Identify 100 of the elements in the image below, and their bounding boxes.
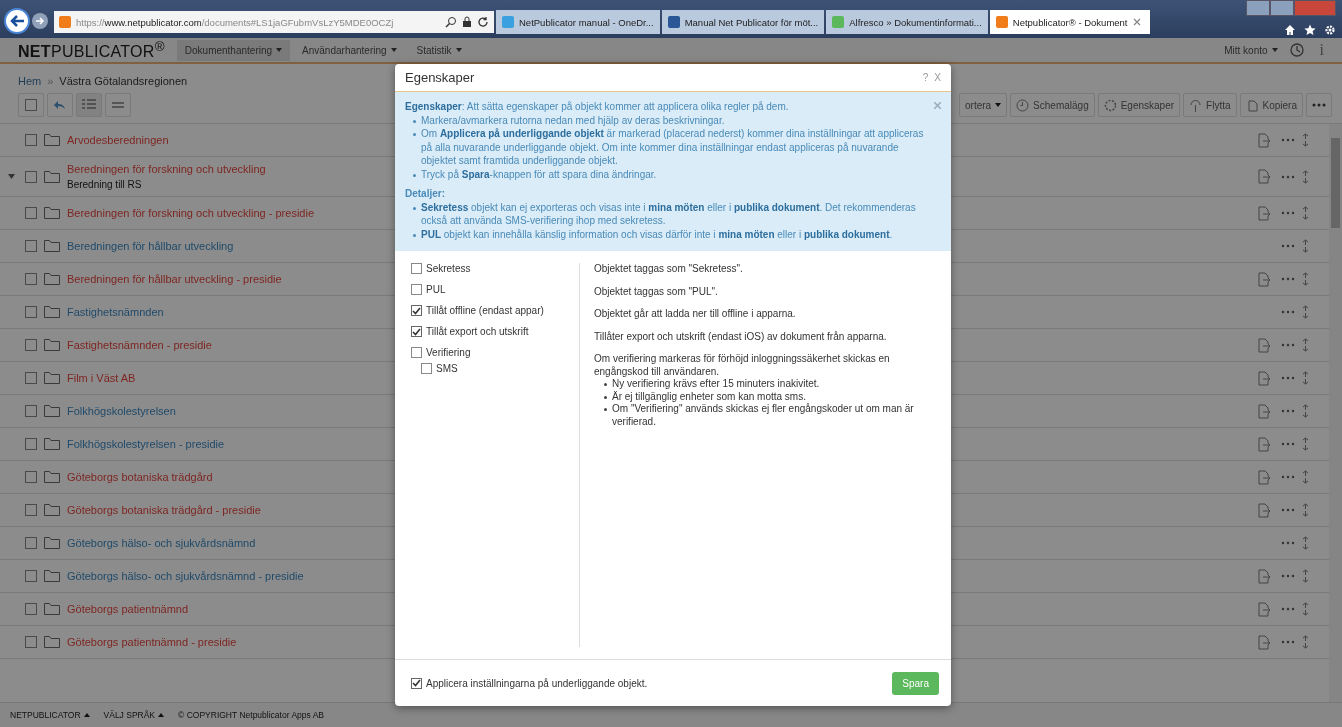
search-icon[interactable] [445, 16, 457, 28]
row-checkbox[interactable] [25, 537, 37, 549]
folder-title[interactable]: Film i Väst AB [67, 372, 136, 384]
toolbar-button[interactable]: Egenskaper [1097, 93, 1181, 117]
checkbox[interactable] [411, 677, 422, 689]
sort-icon[interactable] [1302, 569, 1309, 583]
list-view-button[interactable] [76, 93, 102, 117]
more-icon[interactable] [1281, 607, 1295, 611]
select-all-button[interactable] [18, 93, 44, 117]
document-icon[interactable] [1258, 337, 1271, 353]
row-checkbox[interactable] [25, 273, 37, 285]
option-checkbox[interactable]: SMS [411, 363, 569, 374]
browser-tab[interactable]: Alfresco » Dokumentinformati... [826, 10, 988, 34]
more-icon[interactable] [1281, 508, 1295, 512]
sort-icon[interactable] [1302, 239, 1309, 253]
menu-item[interactable]: Statistik [408, 39, 470, 61]
folder-title[interactable]: Göteborgs botaniska trädgård - presidie [67, 504, 261, 516]
option-checkbox[interactable]: Sekretess [411, 263, 569, 274]
more-icon[interactable] [1281, 376, 1295, 380]
settings-icon[interactable] [1324, 24, 1336, 36]
row-checkbox[interactable] [25, 636, 37, 648]
sort-icon[interactable] [1302, 470, 1309, 484]
option-checkbox[interactable]: Verifiering [411, 347, 569, 358]
logo[interactable]: NETPUBLICATOR$^{®}$ [18, 38, 165, 62]
more-icon[interactable] [1281, 541, 1295, 545]
document-icon[interactable] [1258, 436, 1271, 452]
document-icon[interactable] [1258, 568, 1271, 584]
document-icon[interactable] [1258, 132, 1271, 148]
refresh-icon[interactable] [477, 16, 489, 28]
more-icon[interactable] [1281, 640, 1295, 644]
compact-view-button[interactable] [105, 93, 131, 117]
apply-checkbox[interactable]: Applicera inställningarna på underliggande objekt. [411, 677, 648, 689]
more-icon[interactable] [1281, 475, 1295, 479]
sort-icon[interactable] [1302, 338, 1309, 352]
folder-title[interactable]: Beredningen för forskning och utveckling - presidie [67, 207, 315, 219]
checkbox[interactable] [411, 263, 422, 274]
close-icon[interactable] [934, 102, 941, 109]
toolbar-button[interactable]: ortera [959, 93, 1008, 117]
window-controls[interactable] [1246, 0, 1336, 16]
footer-link[interactable]: NETPUBLICATOR [10, 710, 90, 720]
document-icon[interactable] [1258, 370, 1271, 386]
browser-tab[interactable]: NetPublicator manual - OneDr... [496, 10, 660, 34]
more-icon[interactable] [1281, 574, 1295, 578]
row-checkbox[interactable] [25, 504, 37, 516]
folder-title[interactable]: Beredningen för hållbar utveckling - presidie [67, 273, 282, 285]
sort-icon[interactable] [1302, 371, 1309, 385]
folder-title[interactable]: Göteborgs botaniska trädgård [67, 471, 213, 483]
checkbox[interactable] [411, 284, 422, 295]
row-checkbox[interactable] [25, 372, 37, 384]
more-icon[interactable] [1281, 174, 1295, 179]
more-icon[interactable] [1281, 310, 1295, 314]
help-button[interactable]: ? [922, 72, 929, 83]
row-checkbox[interactable] [25, 134, 37, 146]
row-checkbox[interactable] [25, 570, 37, 582]
document-icon[interactable] [1258, 634, 1271, 650]
document-icon[interactable] [1258, 271, 1271, 287]
browser-tab[interactable]: Netpublicator® - Dokument [989, 10, 1150, 34]
row-checkbox[interactable] [25, 339, 37, 351]
browser-tab[interactable]: Manual Net Publicator för möt... [661, 10, 825, 34]
document-icon[interactable] [1258, 502, 1271, 518]
account-menu[interactable]: Mitt konto [1216, 39, 1286, 61]
close-button[interactable]: X [934, 72, 941, 83]
sort-icon[interactable] [1302, 602, 1309, 616]
folder-title[interactable]: Beredningen för hållbar utveckling [67, 240, 234, 252]
checkbox[interactable] [411, 326, 422, 337]
row-checkbox[interactable] [25, 438, 37, 450]
footer-link[interactable]: © COPYRIGHT Netpublicator Apps AB [178, 710, 324, 720]
menu-item[interactable]: Användarhantering [294, 39, 405, 61]
more-icon[interactable] [1281, 343, 1295, 347]
sort-icon[interactable] [1302, 133, 1309, 147]
more-icon[interactable] [1281, 409, 1295, 413]
more-icon[interactable] [1281, 244, 1295, 248]
sort-icon[interactable] [1302, 536, 1309, 550]
row-checkbox[interactable] [25, 306, 37, 318]
row-checkbox[interactable] [25, 471, 37, 483]
folder-title[interactable]: Göteborgs patientnämnd - presidie [67, 636, 237, 648]
sort-icon[interactable] [1302, 437, 1309, 451]
sort-icon[interactable] [1302, 635, 1309, 649]
row-checkbox[interactable] [25, 603, 37, 615]
checkbox[interactable] [411, 347, 422, 358]
document-icon[interactable] [1258, 169, 1271, 184]
option-checkbox[interactable]: Tillåt offline (endast appar) [411, 305, 569, 316]
footer-link[interactable]: VÄLJ SPRÅK [103, 710, 165, 720]
document-icon[interactable] [1258, 601, 1271, 617]
clock-icon[interactable] [1289, 43, 1304, 57]
caret-icon[interactable] [8, 174, 15, 179]
scrollbar[interactable] [1329, 124, 1342, 702]
option-checkbox[interactable]: PUL [411, 284, 569, 295]
folder-title[interactable]: Fastighetsnämnden - presidie [67, 339, 212, 351]
home-icon[interactable] [1284, 24, 1296, 36]
folder-title[interactable]: Beredningen för forskning och utveckling [67, 163, 266, 175]
sort-icon[interactable] [1302, 503, 1309, 517]
more-icon[interactable] [1281, 442, 1295, 446]
folder-title[interactable]: Göteborgs hälso- och sjukvårdsnämnd - presidie [67, 570, 304, 582]
sort-icon[interactable] [1302, 169, 1309, 184]
toolbar-button[interactable]: Flytta [1183, 93, 1237, 117]
document-icon[interactable] [1258, 403, 1271, 419]
more-icon[interactable] [1281, 211, 1295, 215]
folder-title[interactable]: Fastighetsnämnden [67, 306, 164, 318]
back-button[interactable] [4, 8, 30, 34]
